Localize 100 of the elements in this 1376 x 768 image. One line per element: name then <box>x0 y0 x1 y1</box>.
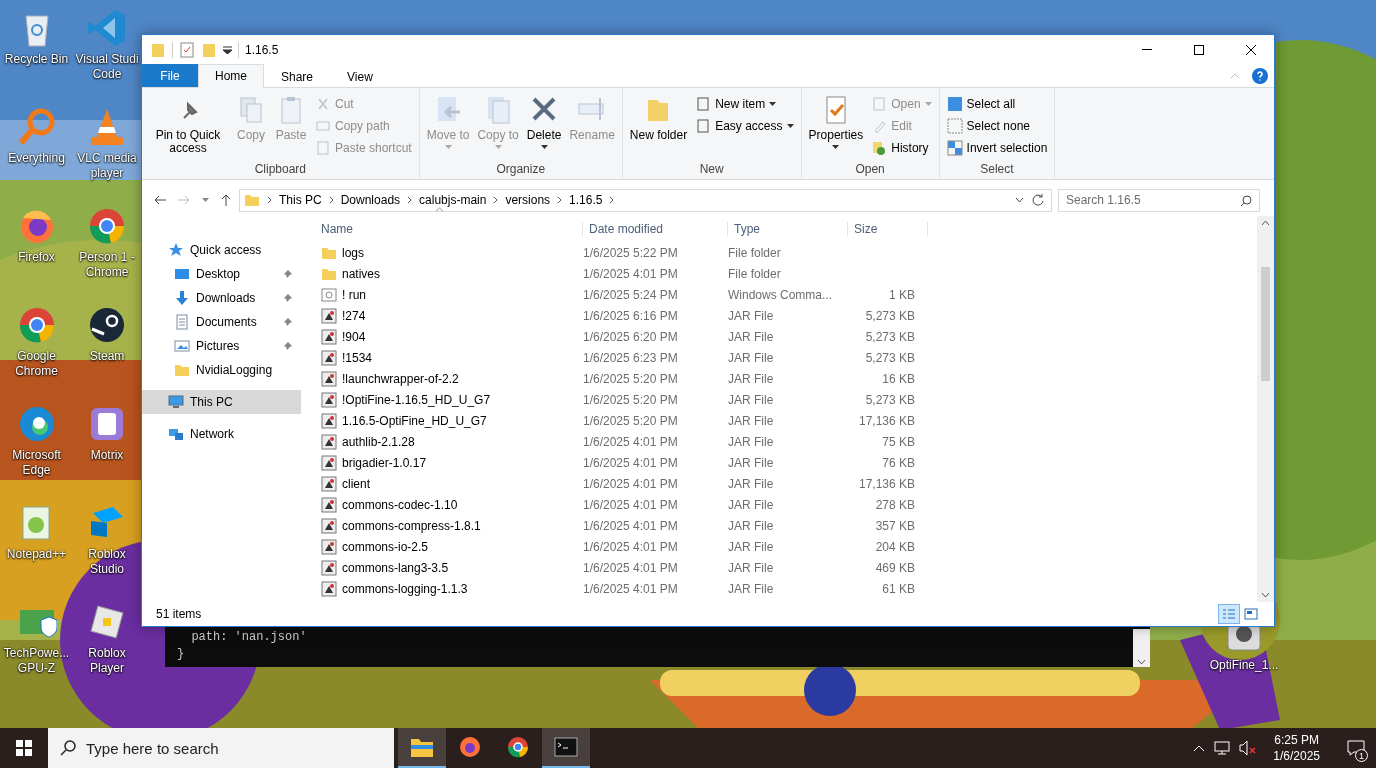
file-name-cell[interactable]: !OptiFine-1.16.5_HD_U_G7 <box>315 391 577 408</box>
file-name-cell[interactable]: brigadier-1.0.17 <box>315 454 577 471</box>
group-label: Clipboard <box>253 162 308 178</box>
desktop-icon-label[interactable]: Roblox Studio <box>74 547 140 577</box>
file-name-cell[interactable]: logs <box>315 244 577 261</box>
breadcrumb[interactable]: Downloads <box>340 193 401 207</box>
file-name-cell[interactable]: commons-codec-1.10 <box>315 496 577 513</box>
computer-icon <box>168 394 184 410</box>
date-cell-text: 1/6/2025 4:01 PM <box>582 539 679 554</box>
jar-file-icon <box>321 517 337 534</box>
properties-icon[interactable] <box>179 41 195 58</box>
breadcrumb[interactable]: This PC <box>279 193 322 207</box>
file-name-cell[interactable]: 1.16.5-OptiFine_HD_U_G7 <box>315 412 577 429</box>
column-header[interactable]: Type <box>728 222 848 236</box>
chevron-icon <box>267 196 272 204</box>
ribbon-icon <box>315 118 331 134</box>
type-cell-text: JAR File <box>727 539 775 554</box>
size-cell-text: 5,273 KB <box>864 350 916 365</box>
ribbon-button[interactable]: Pin to Quick access <box>146 90 230 162</box>
breadcrumb[interactable]: 1.16.5 <box>569 193 603 207</box>
file-name-cell[interactable]: authlib-2.1.28 <box>315 433 577 450</box>
dropdown-icon[interactable] <box>223 45 232 54</box>
desktop-icon-label[interactable]: Motrix <box>74 448 140 463</box>
folder-icon <box>244 192 260 208</box>
nav-item[interactable]: Downloads <box>142 286 301 310</box>
network-icon[interactable] <box>1213 740 1232 756</box>
file-name-cell[interactable]: natives <box>315 265 577 282</box>
file-name-cell[interactable]: commons-io-2.5 <box>315 538 577 555</box>
nav-item[interactable]: Documents <box>142 310 301 334</box>
ribbon-button[interactable]: New item <box>692 94 797 114</box>
breadcrumb[interactable]: versions <box>505 193 551 207</box>
desktop-icon-label[interactable]: Google Chrome <box>3 349 70 379</box>
file-tab[interactable]: File <box>142 64 198 87</box>
nav-item[interactable]: NvidiaLogging <box>142 358 301 382</box>
ribbon-tab[interactable]: Share <box>264 64 331 88</box>
breadcrumb[interactable]: calubjs-main <box>419 193 487 207</box>
taskbar-app[interactable] <box>398 728 446 768</box>
file-name-cell[interactable]: !274 <box>315 307 577 324</box>
date-cell-text: 1/6/2025 4:01 PM <box>582 497 679 512</box>
windows-logo-icon <box>16 740 32 756</box>
scroll-down-icon[interactable] <box>1261 592 1270 598</box>
jar-file-icon <box>321 433 337 450</box>
ribbon-button[interactable]: Delete <box>523 90 565 162</box>
group-label: Organize <box>495 162 547 178</box>
notifications-button[interactable]: 1 <box>1336 728 1376 768</box>
desktop-icon-label[interactable]: Visual Studi Code <box>74 52 140 82</box>
desktop-icon-label[interactable]: Roblox Player <box>74 646 140 676</box>
column-header[interactable]: Size <box>848 222 928 236</box>
nav-item[interactable]: This PC <box>142 390 301 414</box>
file-name-cell[interactable]: commons-logging-1.1.3 <box>315 580 577 597</box>
forward-arrow-icon <box>178 195 190 205</box>
size-cell-text: 17,136 KB <box>857 476 916 491</box>
ribbon-icon <box>946 118 963 134</box>
file-name-cell[interactable]: !904 <box>315 328 577 345</box>
dropdown-icon[interactable] <box>1015 197 1024 203</box>
desktop-icon-label[interactable]: Microsoft Edge <box>3 448 70 478</box>
ribbon-button[interactable]: History <box>868 138 935 158</box>
file-name-cell[interactable]: ! run <box>315 286 577 303</box>
item-count: 51 items <box>156 607 202 621</box>
scroll-thumb[interactable] <box>1261 267 1270 381</box>
jar-file-icon <box>321 580 337 597</box>
file-name-cell[interactable]: commons-lang3-3.5 <box>315 559 577 576</box>
scroll-up-icon[interactable] <box>1261 220 1270 226</box>
clock[interactable]: 6:25 PM 1/6/2025 <box>1265 732 1328 764</box>
size-cell-text: 76 KB <box>881 455 916 470</box>
ribbon-tab[interactable]: View <box>330 64 390 88</box>
taskbar-search[interactable]: Type here to search <box>48 728 394 768</box>
ribbon-tab[interactable]: Home <box>198 64 264 88</box>
ribbon-button[interactable]: New folder <box>626 90 691 162</box>
help-icon[interactable] <box>1252 67 1268 84</box>
file-name-cell[interactable]: client <box>315 475 577 492</box>
ribbon-button[interactable]: Select all <box>943 94 1051 114</box>
date-cell-text: 1/6/2025 4:01 PM <box>582 476 679 491</box>
scrollbar[interactable] <box>1257 216 1274 602</box>
nav-item[interactable]: Network <box>142 422 301 446</box>
address-bar[interactable]: This PC Downloads calubjs-main versions 1.16.5 <box>239 188 1052 212</box>
file-name-cell[interactable]: !launchwrapper-of-2.2 <box>315 370 577 387</box>
jar-file-icon <box>321 307 337 324</box>
chevron-up-icon[interactable] <box>1193 744 1206 752</box>
desktop-icon-label[interactable]: Recycle Bin <box>3 52 70 67</box>
search-field[interactable]: Search 1.16.5 <box>1058 188 1260 212</box>
ribbon-button[interactable]: Properties <box>805 90 867 162</box>
file-name-cell[interactable]: !1534 <box>315 349 577 366</box>
taskbar-app[interactable] <box>542 728 590 768</box>
nav-item[interactable]: Quick access <box>142 238 301 262</box>
column-header[interactable]: Name <box>315 222 583 236</box>
nav-item[interactable]: Pictures <box>142 334 301 358</box>
refresh-icon[interactable] <box>1031 193 1045 207</box>
nav-item[interactable]: Desktop <box>142 262 301 286</box>
ribbon-button[interactable]: Select none <box>943 116 1051 136</box>
volume-muted-icon[interactable] <box>1239 740 1258 756</box>
scroll-down-icon[interactable] <box>1137 659 1146 665</box>
column-header[interactable]: Date modified <box>583 222 728 236</box>
ribbon-button[interactable]: Easy access <box>692 116 797 136</box>
type-cell-text: JAR File <box>727 329 775 344</box>
type-cell-text: JAR File <box>727 413 775 428</box>
file-name-cell[interactable]: commons-compress-1.8.1 <box>315 517 577 534</box>
search-icon <box>60 740 76 756</box>
ribbon-button[interactable]: Invert selection <box>943 138 1051 158</box>
date-cell-text: 1/6/2025 5:20 PM <box>582 371 679 386</box>
